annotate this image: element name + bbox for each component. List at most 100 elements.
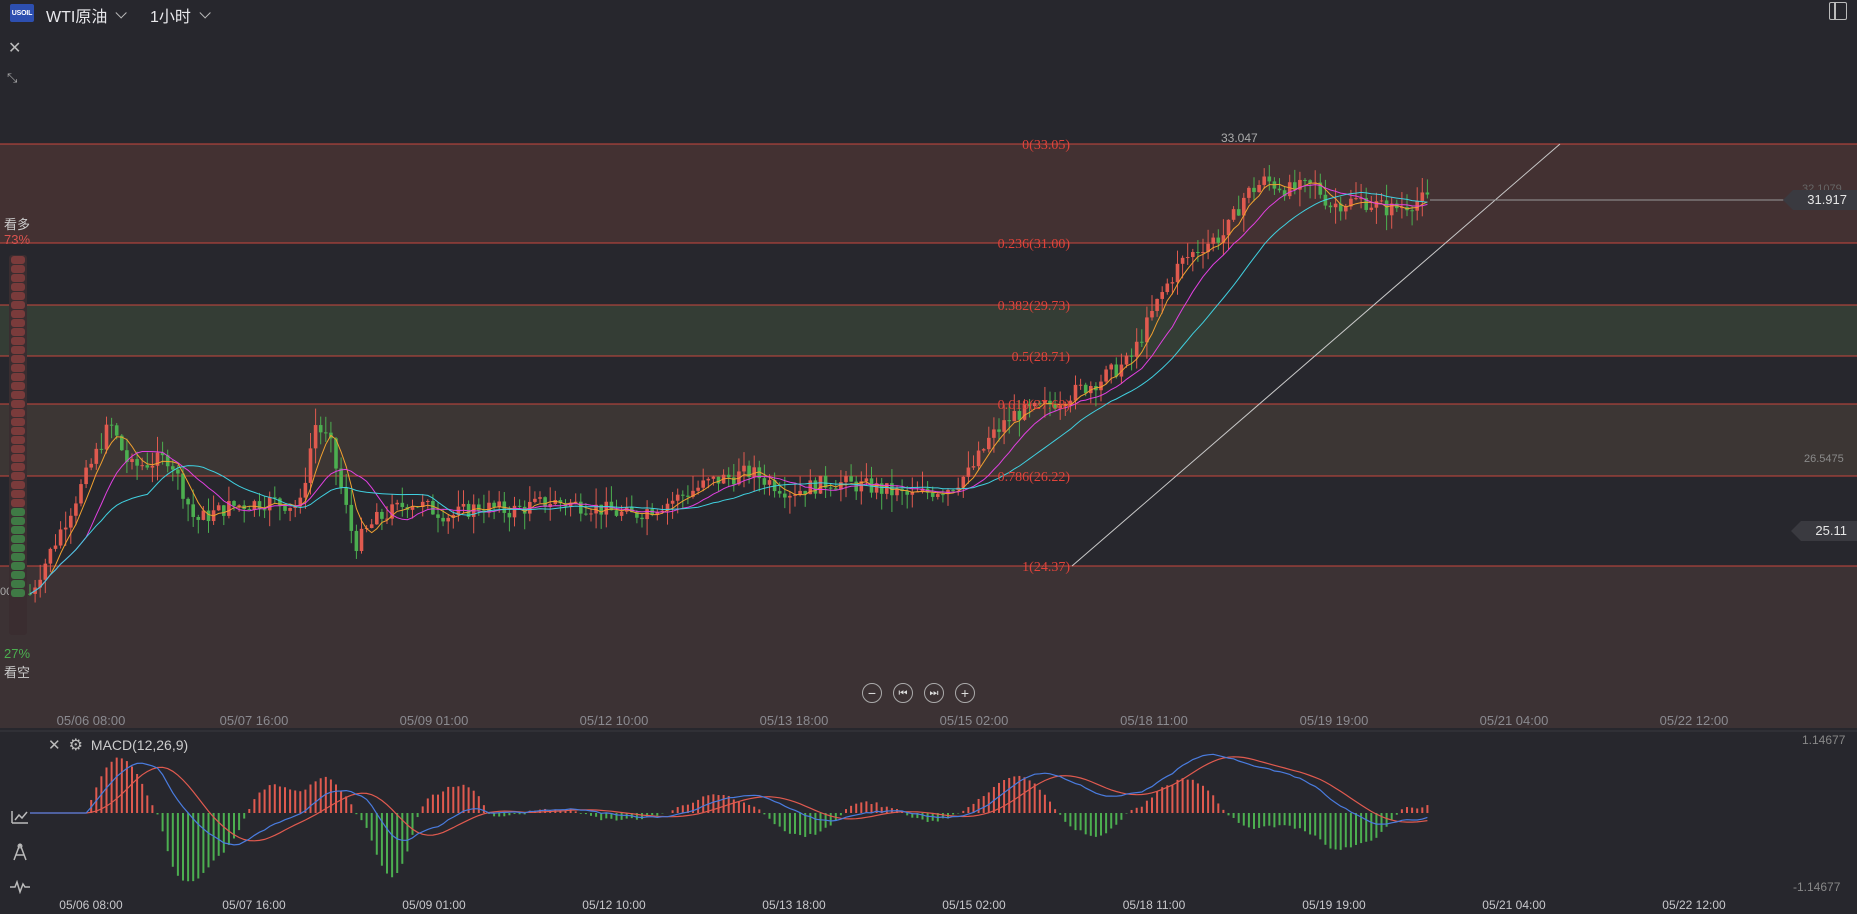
- bear-sentiment: 27% 看空: [4, 646, 30, 681]
- waveform-icon[interactable]: [9, 879, 31, 902]
- sentiment-segment: [11, 301, 25, 309]
- candle-body: [1287, 182, 1292, 197]
- candle-body: [533, 498, 537, 502]
- indicator-icon[interactable]: [9, 808, 31, 830]
- candle-body: [79, 484, 83, 504]
- candle-body: [181, 473, 185, 499]
- time-tick-label: 05/15 02:00: [940, 713, 1009, 728]
- time-tick-label: 05/13 18:00: [760, 713, 829, 728]
- time-tick-label: 05/07 16:00: [222, 898, 286, 912]
- candle-body: [1262, 176, 1266, 185]
- candle-body: [232, 501, 236, 506]
- time-tick-label: 05/07 16:00: [220, 713, 289, 728]
- candle-body: [461, 503, 466, 507]
- candle-body: [171, 466, 175, 470]
- candle-body: [303, 482, 308, 498]
- candle-body: [375, 511, 379, 525]
- sentiment-segment: [11, 526, 25, 534]
- fib-zone: [0, 305, 1857, 356]
- candle-body: [1425, 192, 1430, 195]
- candle-body: [767, 480, 772, 485]
- time-tick-label: 05/12 10:00: [582, 898, 646, 912]
- sentiment-segment: [11, 553, 25, 561]
- candle-body: [828, 487, 833, 489]
- gear-icon[interactable]: ⚙: [69, 735, 83, 755]
- candle-body: [1257, 184, 1261, 193]
- candle-body: [742, 465, 746, 472]
- time-tick-label: 05/22 12:00: [1660, 713, 1729, 728]
- candle-body: [589, 513, 593, 515]
- time-tick-label: 05/09 01:00: [400, 713, 469, 728]
- zoom-controls: − ⏮ ⏭ +: [862, 683, 975, 703]
- candle-body: [1267, 176, 1272, 182]
- candle-body: [140, 465, 144, 467]
- candle-body: [981, 449, 986, 451]
- candle-body: [43, 563, 48, 580]
- fib-level-label: 1(24.37): [1022, 560, 1070, 575]
- close-indicator-icon[interactable]: ✕: [48, 736, 61, 754]
- candle-body: [1410, 210, 1414, 212]
- sentiment-segment: [11, 571, 25, 579]
- candle-body: [1155, 298, 1159, 311]
- sentiment-segment: [11, 265, 25, 273]
- candle-body: [1002, 420, 1006, 432]
- candle-body: [844, 476, 848, 483]
- candle-body: [492, 502, 496, 508]
- candle-body: [135, 459, 139, 466]
- candle-body: [196, 516, 201, 520]
- candle-body: [686, 495, 690, 497]
- bear-label: 看空: [4, 665, 31, 680]
- candle-body: [400, 502, 405, 508]
- candle-body: [752, 467, 756, 478]
- candle-body: [777, 491, 782, 494]
- zoom-in-button[interactable]: +: [955, 683, 975, 703]
- candle-body: [711, 476, 716, 479]
- sentiment-segment: [11, 490, 25, 498]
- candle-body: [1369, 207, 1374, 210]
- time-tick-label: 05/13 18:00: [762, 898, 826, 912]
- time-tick-label: 05/15 02:00: [942, 898, 1006, 912]
- candle-body: [681, 494, 685, 496]
- candle-body: [344, 487, 348, 505]
- time-tick-label: 05/06 08:00: [57, 713, 126, 728]
- candle-body: [813, 480, 818, 494]
- candle-body: [976, 450, 981, 467]
- candle-body: [905, 491, 909, 495]
- candle-body: [324, 432, 328, 434]
- bull-label: 看多: [4, 217, 31, 232]
- candle-body: [670, 500, 675, 504]
- candle-body: [992, 429, 996, 438]
- jump-end-button[interactable]: ⏭: [924, 683, 944, 703]
- candle-body: [150, 465, 155, 468]
- candle-body: [701, 480, 705, 488]
- candle-body: [584, 513, 588, 515]
- candle-body: [1216, 237, 1221, 243]
- candle-body: [63, 527, 68, 530]
- zoom-out-button[interactable]: −: [862, 683, 882, 703]
- time-tick-label: 05/18 11:00: [1123, 898, 1186, 912]
- candle-body: [1180, 257, 1185, 264]
- candle-body: [191, 504, 195, 517]
- drawing-tool-icon[interactable]: [9, 843, 31, 865]
- candle-body: [1328, 205, 1333, 208]
- candle-body: [313, 425, 318, 449]
- sentiment-segment: [11, 544, 25, 552]
- candle-body: [864, 478, 869, 482]
- time-tick-label: 05/06 08:00: [59, 898, 123, 912]
- candle-body: [354, 530, 359, 552]
- sentiment-segment: [11, 454, 25, 462]
- candle-body: [1247, 187, 1251, 198]
- candle-body: [1145, 317, 1149, 343]
- jump-start-button[interactable]: ⏮: [893, 683, 913, 703]
- candle-body: [507, 512, 512, 518]
- candle-body: [895, 488, 899, 496]
- candle-body: [762, 478, 767, 485]
- right-mid-price: 26.5475: [1804, 453, 1844, 465]
- candle-body: [834, 488, 838, 490]
- price-chart[interactable]: 0(33.05) 0.236(31.00) 0.382(29.73) 0.5(28.7…: [0, 0, 1857, 914]
- candle-body: [186, 498, 190, 505]
- sentiment-segment: [11, 508, 25, 516]
- sentiment-segment: [11, 337, 25, 345]
- candle-body: [971, 466, 976, 468]
- candle-body: [1170, 282, 1175, 284]
